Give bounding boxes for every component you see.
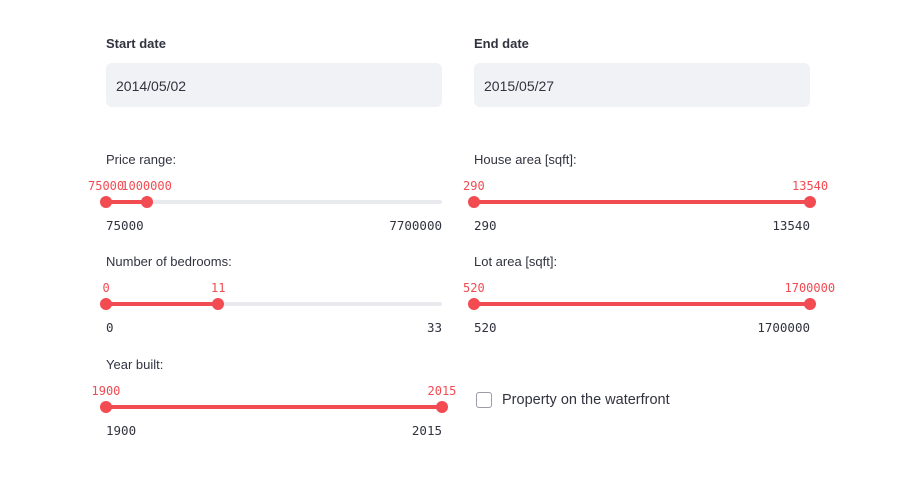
slider-min-label: 0 <box>106 320 114 335</box>
slider-high-value: 13540 <box>792 179 829 193</box>
slider-low-value: 290 <box>463 179 485 193</box>
slider-max-label: 33 <box>426 320 442 335</box>
slider-max-label: 1700000 <box>757 320 810 335</box>
price-range-slider[interactable]: 75000 1000000 75000 7700000 <box>88 158 442 233</box>
slider-thumb-high[interactable] <box>804 298 816 310</box>
waterfront-checkbox-label: Property on the waterfront <box>502 392 670 408</box>
slider-min-label: 1900 <box>106 423 137 438</box>
slider-thumb-low[interactable] <box>468 298 480 310</box>
start-date-label: Start date <box>106 36 166 51</box>
year-built-slider[interactable]: 1900 2015 1900 2015 <box>92 363 457 438</box>
slider-min-label: 290 <box>474 218 497 233</box>
waterfront-checkbox-row[interactable]: Property on the waterfront <box>476 392 670 408</box>
end-date-label: End date <box>474 36 529 51</box>
slider-low-value: 0 <box>102 281 110 295</box>
slider-max-label: 13540 <box>772 218 810 233</box>
slider-high-value: 1000000 <box>121 179 172 193</box>
slider-thumb-high[interactable] <box>436 401 448 413</box>
slider-low-value: 75000 <box>88 179 125 193</box>
slider-max-label: 7700000 <box>389 218 442 233</box>
slider-fill <box>474 200 810 204</box>
slider-thumb-high[interactable] <box>804 196 816 208</box>
slider-fill <box>474 302 810 306</box>
bedrooms-slider[interactable]: 0 11 0 33 <box>100 260 442 335</box>
waterfront-checkbox[interactable] <box>476 392 492 408</box>
slider-thumb-low[interactable] <box>468 196 480 208</box>
slider-min-label: 75000 <box>106 218 144 233</box>
house-area-slider[interactable]: 290 13540 290 13540 <box>463 158 828 233</box>
lot-area-slider[interactable]: 520 1700000 520 1700000 <box>463 260 835 335</box>
slider-high-value: 2015 <box>427 384 457 398</box>
slider-thumb-low[interactable] <box>100 401 112 413</box>
slider-fill <box>106 302 218 306</box>
slider-thumb-low[interactable] <box>100 298 112 310</box>
slider-low-value: 1900 <box>91 384 121 398</box>
end-date-input[interactable]: 2015/05/27 <box>474 63 810 107</box>
slider-low-value: 520 <box>463 281 485 295</box>
slider-high-value: 11 <box>211 281 226 295</box>
slider-high-value: 1700000 <box>784 281 836 295</box>
start-date-input[interactable]: 2014/05/02 <box>106 63 442 107</box>
slider-fill <box>106 405 442 409</box>
slider-track[interactable] <box>106 200 442 204</box>
slider-thumb-low[interactable] <box>100 196 112 208</box>
slider-thumb-high[interactable] <box>140 196 153 208</box>
slider-max-label: 2015 <box>411 423 442 438</box>
slider-thumb-high[interactable] <box>212 298 224 310</box>
slider-min-label: 520 <box>474 320 497 335</box>
